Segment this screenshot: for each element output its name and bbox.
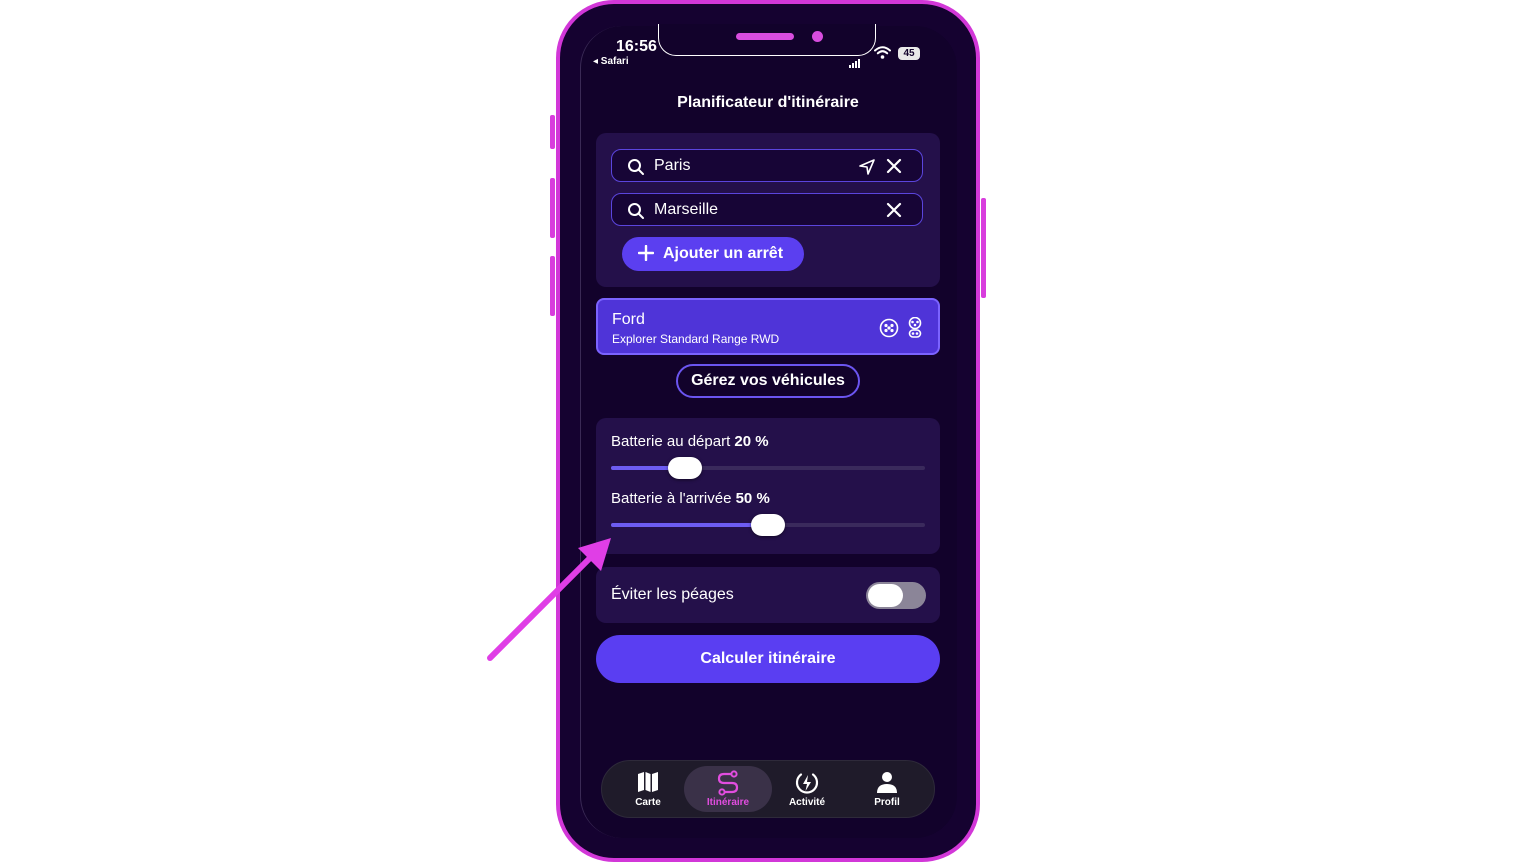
back-to-safari-link[interactable]: ◂ Safari xyxy=(593,56,629,67)
map-icon xyxy=(608,770,688,794)
tab-carte-label: Carte xyxy=(635,797,661,808)
volume-up-button xyxy=(550,178,555,238)
start-battery-value: 20 % xyxy=(734,433,769,450)
tab-profil-label: Profil xyxy=(874,797,900,808)
search-icon xyxy=(627,202,645,225)
current-location-icon[interactable] xyxy=(858,158,876,181)
vehicle-model: Explorer Standard Range RWD xyxy=(612,332,780,346)
start-battery-slider-track[interactable] xyxy=(611,466,925,470)
destination-value: Marseille xyxy=(654,201,719,218)
avoid-tolls-toggle[interactable] xyxy=(866,582,926,609)
arrival-battery-slider-fill xyxy=(611,523,768,527)
battery-level-indicator: 45 xyxy=(898,47,920,60)
origin-value: Paris xyxy=(654,157,691,174)
toggle-knob xyxy=(868,584,903,607)
start-battery-slider-thumb[interactable] xyxy=(668,457,702,479)
clear-destination-icon[interactable] xyxy=(886,202,902,223)
origin-field[interactable]: Paris xyxy=(611,149,923,182)
ccs-connector-icon xyxy=(879,318,899,343)
arrival-battery-value: 50 % xyxy=(735,490,770,507)
person-icon xyxy=(847,770,927,794)
manage-vehicles-button[interactable]: Gérez vos véhicules xyxy=(676,364,860,398)
selected-vehicle-card[interactable]: Ford Explorer Standard Range RWD xyxy=(596,298,940,355)
tab-activite[interactable]: Activité xyxy=(767,766,847,812)
arrival-battery-text: Batterie à l'arrivée xyxy=(611,490,732,507)
camera-dot xyxy=(812,31,823,42)
dynamic-island xyxy=(658,24,876,56)
tab-itineraire[interactable]: Itinéraire xyxy=(684,766,772,812)
silent-switch xyxy=(550,115,555,149)
start-battery-label: Batterie au départ 20 % xyxy=(611,433,769,450)
tab-activite-label: Activité xyxy=(788,797,826,808)
type2-connector-icon xyxy=(907,316,923,344)
volume-down-button xyxy=(550,256,555,316)
tab-profil[interactable]: Profil xyxy=(847,766,927,812)
speaker-pill xyxy=(736,33,794,40)
bolt-icon xyxy=(767,770,847,794)
tab-carte[interactable]: Carte xyxy=(608,766,688,812)
wifi-icon xyxy=(874,46,891,64)
cellular-signal-icon xyxy=(849,50,861,68)
destination-field[interactable]: Marseille xyxy=(611,193,923,226)
plus-icon xyxy=(637,244,655,266)
search-icon xyxy=(627,158,645,181)
clear-origin-icon[interactable] xyxy=(886,158,902,179)
add-stop-button[interactable]: Ajouter un arrêt xyxy=(622,237,804,271)
annotation-arrow-icon xyxy=(487,538,611,661)
route-icon xyxy=(684,770,772,796)
power-button xyxy=(981,198,986,298)
arrival-battery-label: Batterie à l'arrivée 50 % xyxy=(611,490,770,507)
page-title: Planificateur d'itinéraire xyxy=(677,94,859,111)
add-stop-label: Ajouter un arrêt xyxy=(663,245,784,262)
start-battery-text: Batterie au départ xyxy=(611,433,731,450)
tab-itineraire-label: Itinéraire xyxy=(706,797,750,808)
vehicle-brand: Ford xyxy=(612,311,645,328)
arrival-battery-slider-thumb[interactable] xyxy=(751,514,785,536)
avoid-tolls-label: Éviter les péages xyxy=(611,586,734,603)
calculate-route-button[interactable]: Calculer itinéraire xyxy=(596,635,940,683)
status-time: 16:56 xyxy=(616,38,657,55)
